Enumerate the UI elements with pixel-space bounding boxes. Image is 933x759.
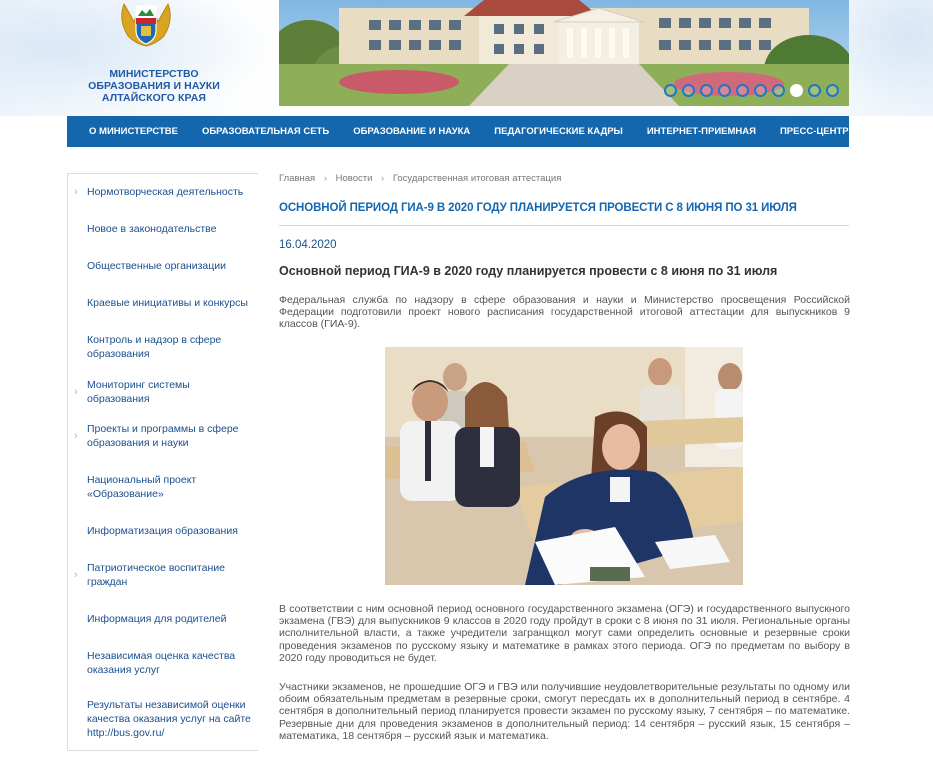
sidebar-item-label: Мониторинг системы образования bbox=[87, 378, 190, 405]
chevron-right-icon: › bbox=[74, 429, 78, 442]
sidebar-menu: › Нормотворческая деятельность Новое в з… bbox=[67, 173, 258, 751]
slider-dot[interactable] bbox=[718, 84, 731, 97]
divider bbox=[279, 225, 849, 226]
ministry-name[interactable]: МИНИСТЕРСТВО ОБРАЗОВАНИЯ И НАУКИ АЛТАЙСК… bbox=[78, 68, 230, 104]
nav-item-teachers[interactable]: ПЕДАГОГИЧЕСКИЕ КАДРЫ bbox=[482, 116, 635, 147]
sidebar-item-label: Общественные организации bbox=[87, 259, 226, 272]
sidebar-item-initiatives[interactable]: Краевые инициативы и конкурсы bbox=[68, 284, 258, 321]
article-paragraph: В соответствии с ним основной период осн… bbox=[279, 603, 850, 664]
exam-classroom-image bbox=[385, 347, 743, 585]
slider-dot[interactable] bbox=[736, 84, 749, 97]
slider-pagination bbox=[664, 84, 839, 97]
slider-dot[interactable] bbox=[754, 84, 767, 97]
chevron-right-icon: › bbox=[74, 186, 78, 198]
slider-dot-active[interactable] bbox=[790, 84, 803, 97]
sidebar-item-label: Информация для родителей bbox=[87, 612, 227, 625]
article-subtitle: Основной период ГИА-9 в 2020 году планир… bbox=[279, 264, 778, 278]
sidebar-item-informatization[interactable]: Информатизация образования bbox=[68, 512, 258, 549]
nav-item-press-center[interactable]: ПРЕСС-ЦЕНТР bbox=[768, 116, 861, 147]
slider-dot[interactable] bbox=[772, 84, 785, 97]
breadcrumb-home[interactable]: Главная bbox=[279, 173, 315, 184]
site-header: МИНИСТЕРСТВО ОБРАЗОВАНИЯ И НАУКИ АЛТАЙСК… bbox=[0, 0, 933, 116]
slider-dot[interactable] bbox=[664, 84, 677, 97]
nav-item-internet-reception[interactable]: ИНТЕРНЕТ-ПРИЕМНАЯ bbox=[635, 116, 768, 147]
nav-item-education-science[interactable]: ОБРАЗОВАНИЕ И НАУКА bbox=[341, 116, 482, 147]
article-date: 16.04.2020 bbox=[279, 239, 337, 251]
article-paragraph: Участники экзаменов, не прошедшие ОГЭ и … bbox=[279, 681, 850, 742]
sidebar-item-control[interactable]: Контроль и надзор в сфере образования bbox=[68, 321, 258, 373]
breadcrumb-separator: › bbox=[381, 173, 385, 184]
header-banner-slider[interactable] bbox=[279, 0, 849, 106]
page-title: ОСНОВНОЙ ПЕРИОД ГИА-9 В 2020 ГОДУ ПЛАНИР… bbox=[279, 202, 797, 214]
sidebar-item-label: Независимая оценка качества оказания усл… bbox=[87, 649, 236, 676]
sidebar-item-quality-assessment[interactable]: Независимая оценка качества оказания усл… bbox=[68, 637, 258, 688]
breadcrumb-news[interactable]: Новости bbox=[336, 173, 373, 184]
article-paragraph: Федеральная служба по надзору в сфере об… bbox=[279, 294, 850, 331]
main-nav: О МИНИСТЕРСТВЕ ОБРАЗОВАТЕЛЬНАЯ СЕТЬ ОБРА… bbox=[67, 116, 849, 147]
sidebar-item-public-orgs[interactable]: Общественные организации bbox=[68, 247, 258, 284]
sidebar-item-label: Проекты и программы в сфере образования … bbox=[87, 422, 239, 449]
sidebar-item-label: Патриотическое воспитание граждан bbox=[87, 561, 225, 588]
slider-dot[interactable] bbox=[808, 84, 821, 97]
chevron-right-icon: › bbox=[74, 568, 78, 581]
sidebar-item-regulatory[interactable]: › Нормотворческая деятельность bbox=[68, 174, 258, 210]
sidebar-item-label: Результаты независимой оценки качества о… bbox=[87, 699, 251, 739]
sidebar-item-label: Информатизация образования bbox=[87, 524, 238, 537]
ministry-name-line: МИНИСТЕРСТВО bbox=[109, 68, 199, 80]
nav-item-education-network[interactable]: ОБРАЗОВАТЕЛЬНАЯ СЕТЬ bbox=[190, 116, 341, 147]
sidebar-item-parents[interactable]: Информация для родителей bbox=[68, 600, 258, 637]
ministry-name-line: АЛТАЙСКОГО КРАЯ bbox=[101, 92, 207, 104]
sidebar-item-label: Краевые инициативы и конкурсы bbox=[87, 296, 248, 309]
sidebar-item-label: Национальный проект «Образование» bbox=[87, 473, 197, 500]
sidebar-item-national-project[interactable]: Национальный проект «Образование» bbox=[68, 461, 258, 512]
sidebar-item-assessment-results[interactable]: Результаты независимой оценки качества о… bbox=[68, 688, 258, 750]
sidebar-item-label: Контроль и надзор в сфере образования bbox=[87, 334, 222, 360]
coat-of-arms-icon[interactable] bbox=[114, 0, 178, 48]
sidebar-item-label: Новое в законодательстве bbox=[87, 222, 217, 235]
sidebar-item-monitoring[interactable]: › Мониторинг системы образования bbox=[68, 373, 258, 410]
breadcrumb-separator: › bbox=[323, 173, 327, 184]
article-photo bbox=[385, 347, 743, 585]
nav-item-about[interactable]: О МИНИСТЕРСТВЕ bbox=[67, 116, 190, 147]
sidebar-item-patriotic[interactable]: › Патриотическое воспитание граждан bbox=[68, 549, 258, 600]
chevron-right-icon: › bbox=[74, 385, 78, 398]
slider-dot[interactable] bbox=[826, 84, 839, 97]
sidebar-item-label: Нормотворческая деятельность bbox=[87, 186, 244, 198]
sidebar-item-legislation[interactable]: Новое в законодательстве bbox=[68, 210, 258, 247]
slider-dot[interactable] bbox=[700, 84, 713, 97]
breadcrumb: Главная › Новости › Государственная итог… bbox=[279, 173, 567, 184]
ministry-name-line: ОБРАЗОВАНИЯ И НАУКИ bbox=[88, 80, 220, 92]
breadcrumb-current[interactable]: Государственная итоговая аттестация bbox=[393, 173, 561, 184]
sidebar-item-projects[interactable]: › Проекты и программы в сфере образовани… bbox=[68, 410, 258, 461]
slider-dot[interactable] bbox=[682, 84, 695, 97]
